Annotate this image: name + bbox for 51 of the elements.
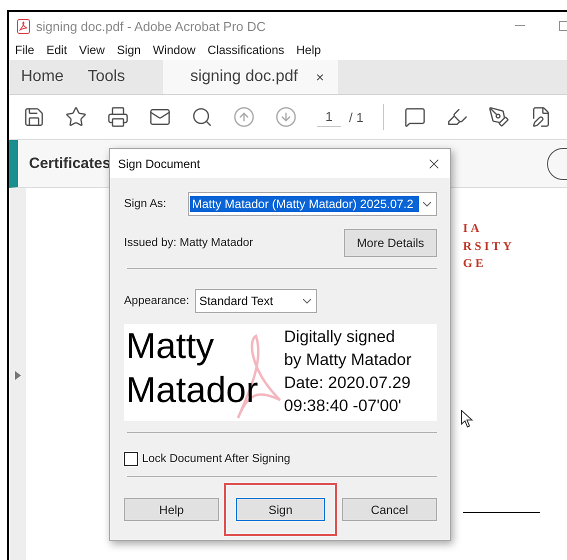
comment-icon[interactable] [404,106,426,128]
save-icon[interactable] [23,106,45,128]
menu-item[interactable]: Window [152,43,196,57]
star-icon[interactable] [65,106,87,128]
minimize-icon[interactable] [515,25,525,27]
signature-details: Date: 2020.07.29 [284,373,412,394]
checkbox-label: Lock Document After Signing [142,453,290,465]
field-label: Appearance: [124,295,190,307]
page-total: / 1 [349,110,364,124]
menu-item[interactable]: Classifications [208,43,284,57]
highlighter-icon[interactable] [446,106,468,128]
menu-item[interactable]: View [79,43,105,57]
signature-details: Digitally signed [284,327,396,348]
menu-item[interactable]: File [15,43,34,57]
caret-icon [303,298,312,304]
print-icon[interactable] [107,106,129,128]
expand-arrow-icon[interactable] [14,370,20,380]
mouse-cursor-icon [461,410,473,428]
sign-as-dropdown[interactable]: Matty Matador (Matty Matador) 2025.07.2 [188,192,437,216]
signature-details: by Matty Matador [284,350,412,371]
document-heading: GE [463,255,488,272]
tab[interactable]: Tools [76,60,138,94]
dialog-button[interactable]: Help [124,498,219,521]
window-title: signing doc.pdf - Adobe Acrobat Pro DC [36,18,266,34]
field-label: Sign As: [124,198,166,210]
page-number-field[interactable]: 1 [317,107,341,127]
pen-icon[interactable] [488,106,510,128]
dialog-button[interactable]: Sign [236,498,325,521]
issuer-text: Issued by: Matty Matador [124,237,254,249]
signature-name: Matty [126,324,216,368]
signature-details: 09:38:40 -07'00' [284,396,402,417]
document-heading: IA [463,220,484,237]
tab[interactable]: Home [9,60,76,94]
menu-item[interactable]: Help [296,43,321,57]
document-heading: RSITY [463,238,516,254]
appearance-dropdown[interactable]: Standard Text [195,289,318,313]
panel-title: Certificates [29,155,111,172]
envelope-icon[interactable] [149,106,171,128]
dialog-button[interactable]: Cancel [342,498,437,521]
dialog-title: Sign Document [118,156,200,170]
close-tab-button[interactable]: × [316,69,324,85]
more-details-button[interactable]: More Details [344,229,437,257]
menu-item[interactable]: Sign [116,43,141,57]
search-icon[interactable] [191,106,213,128]
tab[interactable]: signing doc.pdf × [163,60,338,94]
caret-icon [423,202,431,206]
pdf-file-icon [17,18,30,34]
lock-checkbox[interactable] [124,452,138,466]
maximize-icon[interactable] [559,21,567,31]
signature-name: Matador [126,368,260,412]
menu-item[interactable]: Edit [46,43,68,57]
